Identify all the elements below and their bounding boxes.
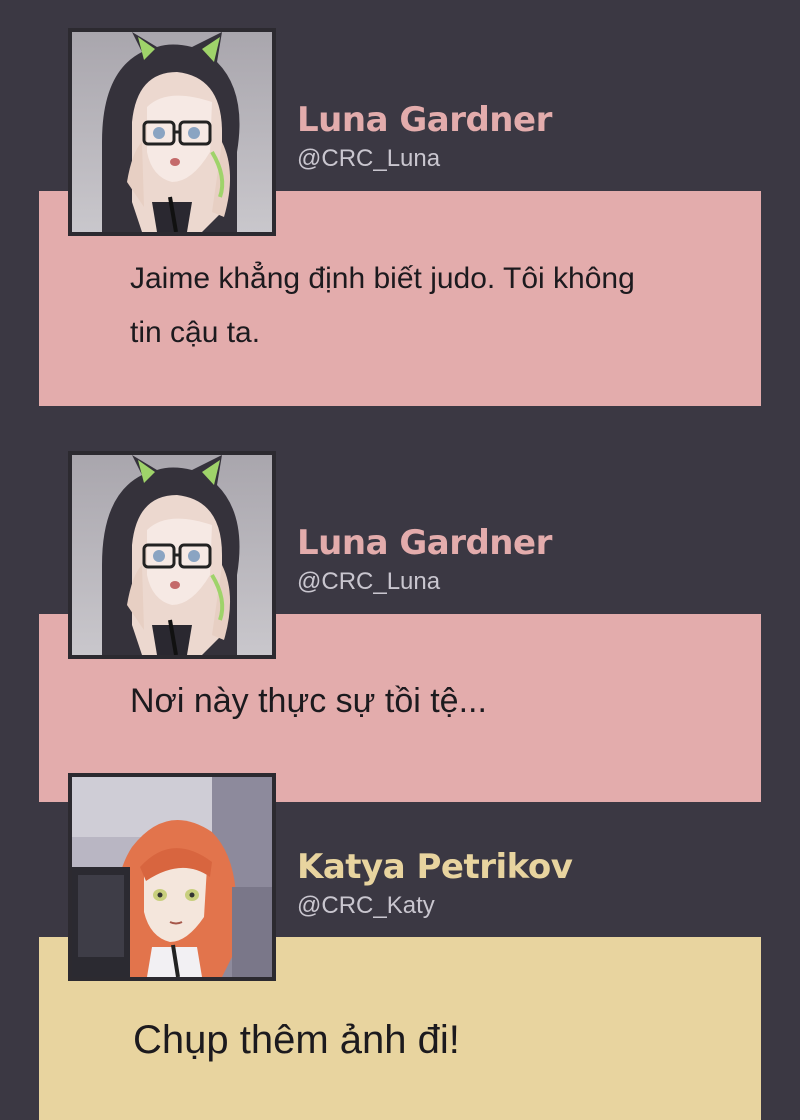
message-text: Chụp thêm ảnh đi! <box>133 1012 460 1068</box>
author-name: Katya Petrikov <box>297 847 573 887</box>
message-line: Chụp thêm ảnh đi! <box>133 1018 460 1062</box>
avatar[interactable] <box>68 773 276 981</box>
chat-post: Katya Petrikov @CRC_Katy Chụp thêm ảnh đ… <box>0 0 800 1120</box>
author-handle: @CRC_Katy <box>297 892 435 919</box>
katya-avatar-icon <box>72 777 272 977</box>
